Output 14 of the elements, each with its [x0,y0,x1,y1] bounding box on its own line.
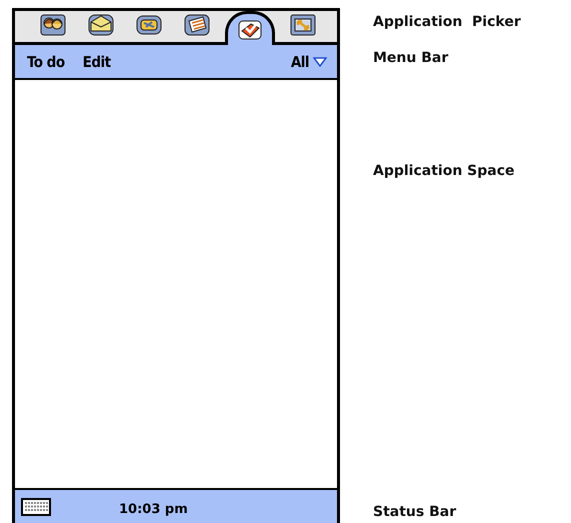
arrows-icon [289,12,317,38]
callout-label: Application Space [373,163,516,179]
callout-label: Status Bar [373,504,458,520]
keyboard-icon[interactable] [21,498,51,516]
callout-label: Menu Bar [373,50,450,66]
callout-label: Application Picker [373,14,522,30]
filter-dropdown[interactable]: All [288,52,329,70]
app-tab[interactable] [225,11,275,45]
clock-time: 10:03 pm [119,502,188,517]
caret-icon [313,56,327,66]
menu-item[interactable]: To do [25,52,67,70]
menu-item[interactable]: Edit [80,52,113,70]
envelope-icon [87,12,115,38]
people-icon [39,12,67,38]
